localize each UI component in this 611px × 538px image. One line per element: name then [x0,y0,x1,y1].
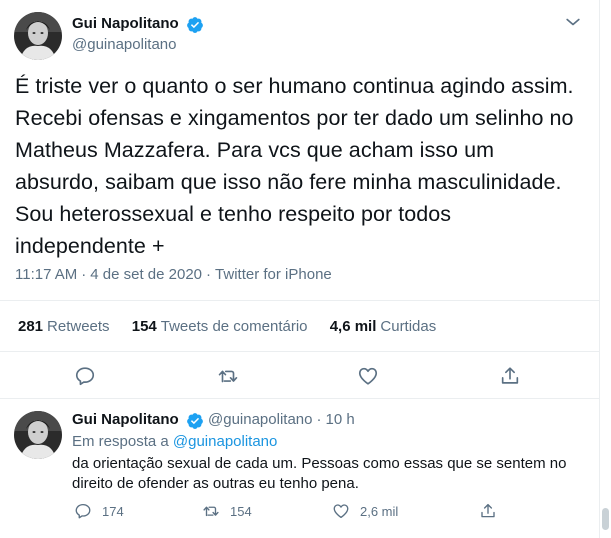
share-icon [481,503,495,518]
chevron-down-icon[interactable] [563,12,583,32]
share-icon[interactable] [499,365,521,387]
comments-label: Tweets de comentário [160,318,308,335]
reply-action[interactable]: 174 [74,502,124,520]
separator: · [316,411,322,428]
comments-count: 154 [131,318,157,335]
scrollbar-thumb[interactable] [602,508,609,530]
separator: · [206,266,212,283]
reply-handle[interactable]: @guinapolitano [208,411,312,428]
retweet-icon[interactable] [217,365,239,387]
tweet-metadata: 11:17 AM · 4 de set de 2020 · Twitter for iP… [15,266,332,283]
retweet-count: 154 [230,503,252,519]
scrollbar[interactable] [599,0,611,538]
reply-count: 174 [102,503,124,519]
verified-badge-icon [186,16,204,34]
in-reply-to-mention[interactable]: @guinapolitano [173,433,277,450]
verified-badge-icon [186,412,204,430]
likes-stat[interactable]: 4,6 mil Curtidas [330,318,437,335]
like-count: 2,6 mil [360,503,399,519]
tweet-date[interactable]: 4 de set de 2020 [90,266,202,283]
reply-text: da orientação sexual de cada um. Pessoas… [72,455,567,492]
retweet-action[interactable]: 154 [202,502,252,520]
author-handle[interactable]: @guinapolitano [72,36,176,53]
separator: · [81,266,87,283]
tweet-thread: Gui Napolitano @guinapolitano É triste v… [0,0,600,538]
divider [0,351,600,352]
retweet-icon [203,506,219,517]
retweets-count: 281 [18,318,44,335]
comments-stat[interactable]: 154 Tweets de comentário [132,318,308,335]
likes-label: Curtidas [380,318,437,335]
reply-author-name[interactable]: Gui Napolitano [72,411,179,428]
retweets-label: Retweets [47,318,110,335]
tweet-source[interactable]: Twitter for iPhone [215,266,332,283]
tweet-time[interactable]: 11:17 AM [15,266,77,283]
tweet-text: É triste ver o quanto o ser humano conti… [15,74,574,258]
likes-count: 4,6 mil [329,318,377,335]
in-reply-to-prefix: Em resposta a [72,433,169,450]
reply-age[interactable]: 10 h [325,411,354,428]
like-icon[interactable] [357,365,379,387]
retweets-stat[interactable]: 281 Retweets [18,318,110,335]
like-icon [333,504,349,519]
reply-author-handle: @guinapolitano · 10 h [208,411,355,428]
like-action[interactable]: 2,6 mil [332,502,398,520]
avatar[interactable] [14,12,62,60]
reply-icon[interactable] [74,365,96,387]
divider [0,300,600,301]
tweet-stats: 281 Retweets 154 Tweets de comentário 4,6 … [18,318,454,335]
author-name[interactable]: Gui Napolitano [72,15,179,32]
reply-icon [75,503,91,519]
in-reply-to: Em resposta a @guinapolitano [72,433,277,450]
divider [0,398,600,399]
share-action[interactable] [479,502,507,520]
avatar[interactable] [14,411,62,459]
